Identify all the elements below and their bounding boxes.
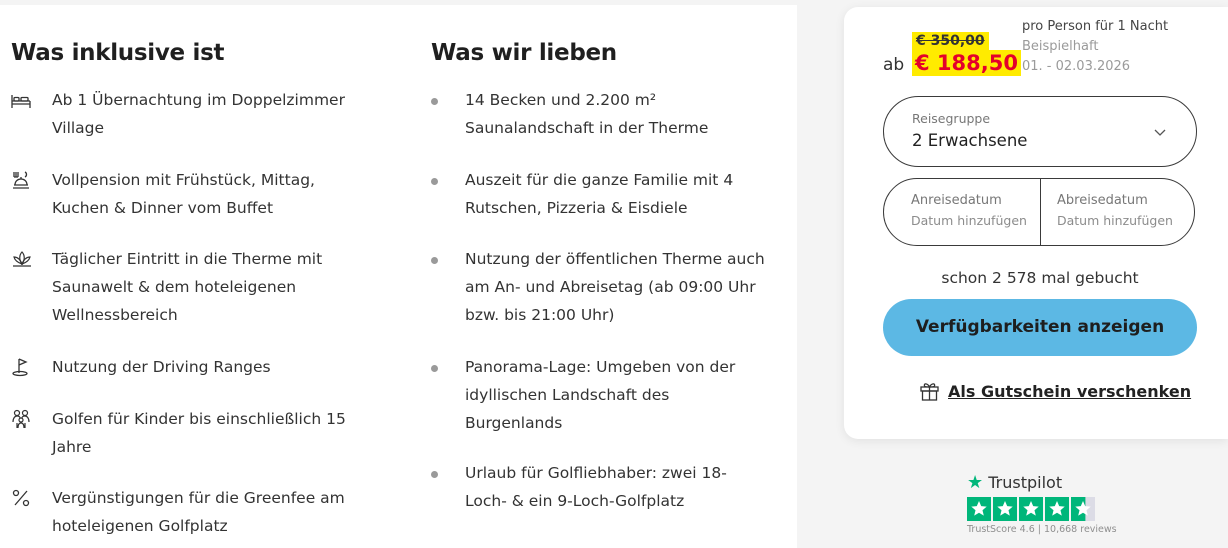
- included-item-text: Vergünstigungen für die Greenfee am hote…: [52, 489, 345, 535]
- included-item: Golfen für Kinder bis einschließlich 15 …: [11, 405, 371, 461]
- loved-item-text: Panorama-Lage: Umgeben von der idyllisch…: [465, 358, 736, 432]
- included-item: Ab 1 Übernachtung im Doppelzimmer Villag…: [11, 86, 371, 142]
- included-item-text: Golfen für Kinder bis einschließlich 15 …: [52, 410, 346, 456]
- travel-group-label: Reisegruppe: [912, 111, 991, 126]
- trustpilot-rating-stars: [967, 497, 1095, 521]
- travel-group-select[interactable]: Reisegruppe 2 Erwachsene: [883, 96, 1197, 167]
- per-person-text: pro Person für 1 Nacht: [1022, 19, 1169, 34]
- price-from-label: ab: [883, 55, 905, 75]
- included-item-text: Nutzung der Driving Ranges: [52, 358, 271, 376]
- loved-item: Panorama-Lage: Umgeben von der idyllisch…: [431, 353, 771, 437]
- bullet-icon: [431, 365, 438, 372]
- loved-item-text: Auszeit für die ganze Familie mit 4 Ruts…: [465, 171, 734, 217]
- included-item-text: Vollpension mit Frühstück, Mittag, Kuche…: [52, 171, 315, 217]
- date-range-picker: Anreisedatum Datum hinzufügen Abreisedat…: [883, 178, 1195, 246]
- travel-group-value: 2 Erwachsene: [912, 131, 1028, 150]
- departure-date-label: Abreisedatum: [1057, 193, 1148, 208]
- booking-card: ab € 350,00 € 188,50 pro Person für 1 Na…: [844, 7, 1228, 439]
- bullet-icon: [431, 178, 438, 185]
- trustpilot-score: TrustScore 4.6 | 10,668 reviews: [967, 524, 1117, 535]
- old-price: € 350,00: [912, 32, 989, 50]
- loved-column: Was wir lieben 14 Becken und 2.200 m² Sa…: [431, 5, 771, 545]
- included-column: Was inklusive ist Ab 1 Übernachtung im D…: [11, 5, 371, 545]
- show-availability-button[interactable]: Verfügbarkeiten anzeigen: [883, 299, 1197, 356]
- example-label: Beispielhaft: [1022, 39, 1099, 54]
- included-item-text: Ab 1 Übernachtung im Doppelzimmer Villag…: [52, 91, 345, 137]
- booked-count: schon 2 578 mal gebucht: [941, 269, 1139, 287]
- bullet-icon: [431, 257, 438, 264]
- lotus-icon: [11, 249, 33, 269]
- loved-item-text: Nutzung der öffentlichen Therme auch am …: [465, 250, 765, 324]
- included-item-text: Täglicher Eintritt in die Therme mit Sau…: [52, 250, 323, 324]
- bed-icon: [11, 90, 33, 110]
- current-price: € 188,50: [912, 50, 1021, 76]
- example-dates: 01. - 02.03.2026: [1022, 59, 1131, 74]
- gift-icon: [920, 381, 939, 401]
- departure-date-placeholder: Datum hinzufügen: [1057, 213, 1173, 228]
- price-meta: pro Person für 1 Nacht Beispielhaft 01. …: [1022, 17, 1168, 77]
- arrival-date-field[interactable]: Anreisedatum Datum hinzufügen: [884, 179, 1040, 245]
- percent-icon: [11, 488, 33, 508]
- details-panel: Was inklusive ist Ab 1 Übernachtung im D…: [0, 5, 797, 548]
- trustpilot-name: Trustpilot: [988, 473, 1063, 492]
- loved-item-text: Urlaub für Golfliebhaber: zwei 18-Loch- …: [465, 464, 727, 510]
- loved-title: Was wir lieben: [431, 40, 617, 66]
- loved-item-text: 14 Becken und 2.200 m² Saunalandschaft i…: [465, 91, 709, 137]
- gift-voucher-label: Als Gutschein verschenken: [948, 382, 1192, 401]
- buffet-icon: [11, 170, 33, 190]
- arrival-date-placeholder: Datum hinzufügen: [911, 213, 1027, 228]
- departure-date-field[interactable]: Abreisedatum Datum hinzufügen: [1041, 179, 1194, 245]
- included-title: Was inklusive ist: [11, 40, 225, 66]
- loved-item: Auszeit für die ganze Familie mit 4 Ruts…: [431, 166, 771, 222]
- family-icon: [11, 409, 33, 429]
- loved-item: Urlaub für Golfliebhaber: zwei 18-Loch- …: [431, 459, 771, 515]
- bullet-icon: [431, 471, 438, 478]
- included-item: Vergünstigungen für die Greenfee am hote…: [11, 484, 371, 540]
- included-item: Nutzung der Driving Ranges: [11, 353, 371, 381]
- trustpilot-brand: ★ Trustpilot: [967, 472, 1062, 493]
- arrival-date-label: Anreisedatum: [911, 193, 1002, 208]
- loved-item: 14 Becken und 2.200 m² Saunalandschaft i…: [431, 86, 771, 142]
- trustpilot-star-icon: ★: [967, 472, 984, 493]
- bullet-icon: [431, 98, 438, 105]
- included-item: Täglicher Eintritt in die Therme mit Sau…: [11, 245, 371, 329]
- included-item: Vollpension mit Frühstück, Mittag, Kuche…: [11, 166, 371, 222]
- chevron-down-icon: [1154, 123, 1166, 136]
- loved-item: Nutzung der öffentlichen Therme auch am …: [431, 245, 771, 329]
- golf-flag-icon: [11, 357, 33, 377]
